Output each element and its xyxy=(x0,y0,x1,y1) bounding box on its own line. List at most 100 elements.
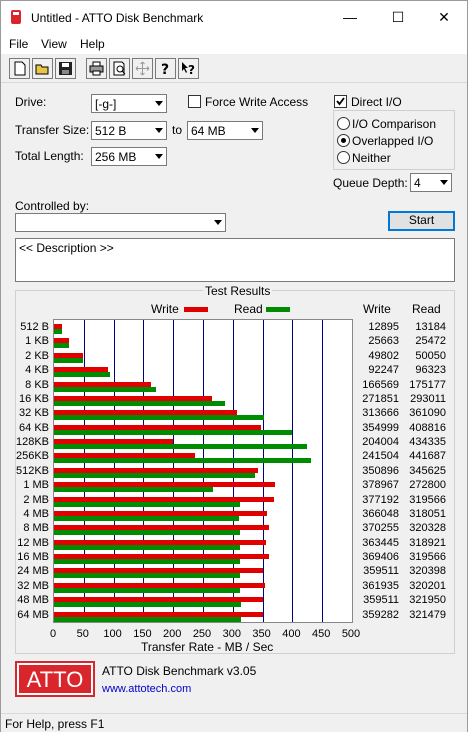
new-button[interactable] xyxy=(9,58,30,79)
overlapped-io-label[interactable]: Overlapped I/O xyxy=(352,134,433,148)
description-text: << Description >> xyxy=(19,241,114,255)
app-window: Untitled - ATTO Disk Benchmark — ☐ ✕ Fil… xyxy=(0,0,468,732)
category-label: 128KB xyxy=(15,436,49,449)
atto-logo-text: ATTO xyxy=(26,667,84,692)
write-value: 271851 xyxy=(362,392,399,405)
category-label: 512 B xyxy=(20,321,49,333)
product-name: ATTO Disk Benchmark v3.05 xyxy=(102,664,257,678)
write-value: 359511 xyxy=(363,594,399,607)
neither-radio[interactable] xyxy=(337,151,350,164)
category-label: 8 KB xyxy=(25,378,49,391)
read-bar xyxy=(54,386,156,392)
category-label: 512KB xyxy=(15,464,49,477)
status-bar: For Help, press F1 xyxy=(1,713,467,732)
save-button[interactable] xyxy=(55,58,76,79)
print-icon xyxy=(89,61,104,76)
read-value: 96323 xyxy=(415,364,446,377)
queue-depth-select[interactable]: 4 xyxy=(410,173,452,192)
atto-logo: ATTO xyxy=(15,661,95,697)
write-value: 370255 xyxy=(362,522,399,535)
controlled-by-select[interactable] xyxy=(15,213,226,232)
x-tick-label: 300 xyxy=(222,628,241,640)
svg-text:?: ? xyxy=(188,63,195,76)
category-label: 256KB xyxy=(15,450,49,463)
write-value: 377192 xyxy=(362,493,399,506)
write-value: 359511 xyxy=(363,565,399,578)
read-bar xyxy=(54,458,312,464)
x-tick-label: 100 xyxy=(103,628,122,640)
save-icon xyxy=(59,62,72,75)
category-label: 1 KB xyxy=(25,335,49,348)
read-bar xyxy=(54,573,241,579)
chart-gridline xyxy=(292,320,293,622)
menu-help[interactable]: Help xyxy=(80,37,105,51)
maximize-icon: ☐ xyxy=(391,9,405,25)
force-write-access-checkbox[interactable] xyxy=(188,95,201,108)
maximize-button[interactable]: ☐ xyxy=(375,1,421,34)
category-label: 64 MB xyxy=(17,608,49,621)
total-length-select[interactable]: 256 MB xyxy=(91,147,167,166)
open-button[interactable] xyxy=(32,58,53,79)
transfer-size-from-select[interactable]: 512 B xyxy=(91,121,167,140)
description-textarea[interactable]: << Description >> xyxy=(15,238,455,282)
menu-file[interactable]: File xyxy=(9,37,28,51)
attotech-link[interactable]: www.attotech.com xyxy=(102,683,191,695)
title-bar[interactable]: Untitled - ATTO Disk Benchmark — ☐ ✕ xyxy=(1,1,467,34)
queue-depth-value: 4 xyxy=(414,176,421,190)
x-tick-label: 250 xyxy=(192,628,212,640)
read-value: 175177 xyxy=(409,378,446,391)
drive-select[interactable]: [-g-] xyxy=(91,94,167,113)
direct-io-label[interactable]: Direct I/O xyxy=(351,95,402,109)
neither-label[interactable]: Neither xyxy=(352,151,391,165)
category-label: 1 MB xyxy=(23,479,49,492)
svg-text:?: ? xyxy=(161,62,169,76)
move-button[interactable] xyxy=(132,58,153,79)
minimize-button[interactable]: — xyxy=(327,1,373,34)
read-value: 320201 xyxy=(409,579,446,592)
force-write-access-label[interactable]: Force Write Access xyxy=(205,95,308,109)
context-help-button[interactable]: ? xyxy=(178,58,199,79)
read-value: 441687 xyxy=(409,450,446,463)
x-tick-label: 350 xyxy=(252,628,271,640)
overlapped-io-radio[interactable] xyxy=(337,134,350,147)
about-button[interactable]: ? xyxy=(155,58,176,79)
queue-depth-label: Queue Depth: xyxy=(333,176,408,190)
read-bar xyxy=(54,602,242,608)
category-label: 12 MB xyxy=(17,536,49,549)
category-label: 32 MB xyxy=(17,579,49,592)
chevron-down-icon xyxy=(435,174,451,191)
help-icon: ? xyxy=(161,62,169,76)
chevron-down-icon xyxy=(150,148,166,165)
results-chart-plot xyxy=(53,319,353,623)
print-button[interactable] xyxy=(86,58,107,79)
x-tick-label: 200 xyxy=(163,628,182,640)
write-value: 49802 xyxy=(368,349,399,362)
close-button[interactable]: ✕ xyxy=(421,1,467,34)
chevron-down-icon xyxy=(209,214,225,231)
direct-io-checkbox[interactable] xyxy=(334,95,347,108)
legend-read-swatch xyxy=(266,307,290,312)
io-comparison-radio[interactable] xyxy=(337,117,350,130)
read-bar xyxy=(54,559,240,565)
write-column-header: Write xyxy=(363,302,391,316)
transfer-size-to-select[interactable]: 64 MB xyxy=(187,121,263,140)
chart-gridline xyxy=(263,320,264,622)
transfer-to-value: 64 MB xyxy=(191,124,226,138)
menu-view[interactable]: View xyxy=(41,37,67,51)
print-preview-button[interactable] xyxy=(109,58,130,79)
read-value: 272800 xyxy=(409,479,446,492)
radio-selected-dot xyxy=(341,138,346,143)
read-bar xyxy=(54,400,225,406)
read-bar xyxy=(54,429,292,435)
category-label: 4 KB xyxy=(25,364,49,377)
read-value: 345625 xyxy=(409,464,446,477)
start-button[interactable]: Start xyxy=(388,211,455,231)
read-bar xyxy=(54,530,241,536)
read-value: 319566 xyxy=(409,551,446,564)
minimize-icon: — xyxy=(343,9,357,25)
transfer-size-label: Transfer Size: xyxy=(15,123,90,137)
write-value: 12895 xyxy=(368,321,399,333)
io-comparison-label[interactable]: I/O Comparison xyxy=(352,117,436,131)
category-label: 16 KB xyxy=(19,392,49,405)
read-bar xyxy=(54,444,307,450)
